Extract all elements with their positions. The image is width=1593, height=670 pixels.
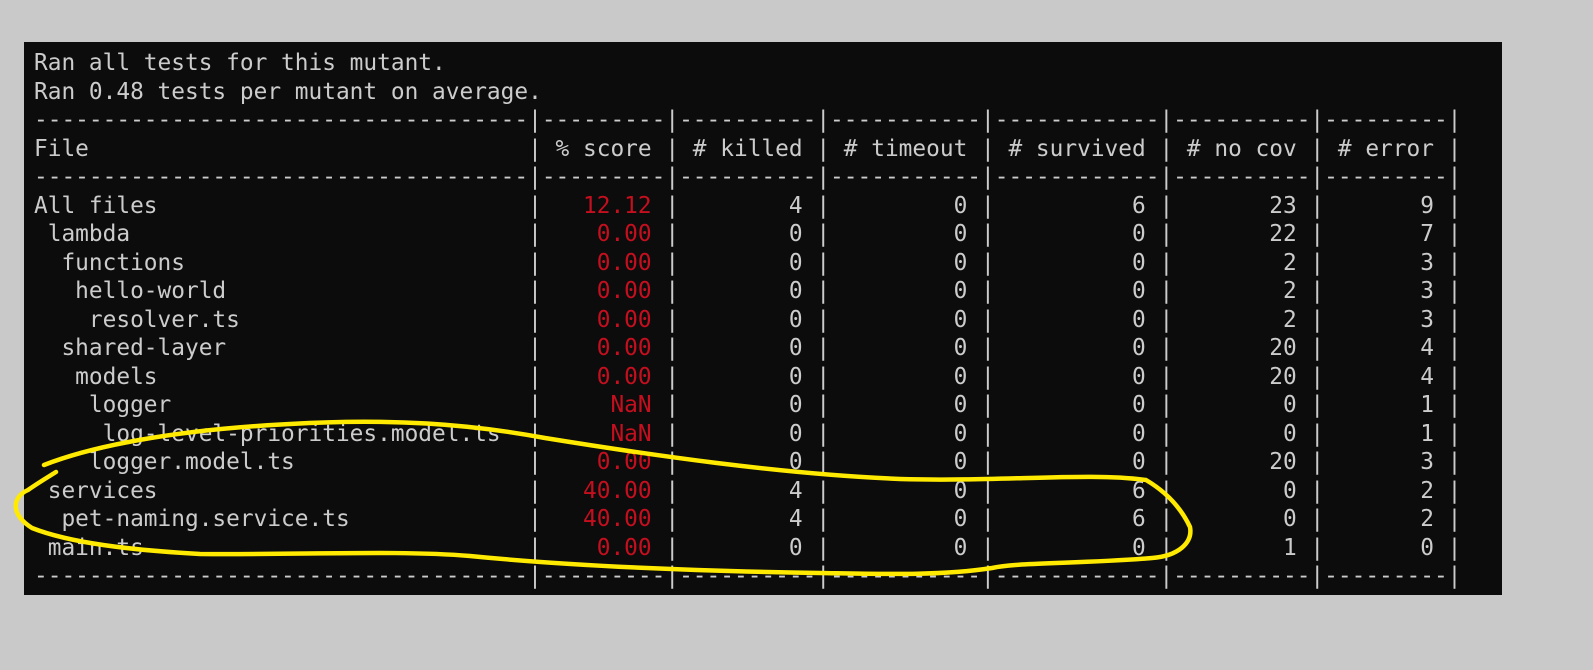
table-row: logger | NaN | 0 | 0 | 0 | 0 | 1 | bbox=[34, 391, 1462, 420]
row-file-cell: lambda | bbox=[34, 221, 597, 247]
table-row: shared-layer | 0.00 | 0 | 0 | 0 | 20 | 4… bbox=[34, 334, 1461, 363]
score-value: 40.00 bbox=[583, 506, 652, 532]
score-value: 12.12 bbox=[583, 192, 652, 219]
row-counts: | 0 | 0 | 0 | 20 | 3 | bbox=[651, 449, 1462, 475]
row-file-cell: All files | bbox=[34, 192, 583, 219]
score-value: 0.00 bbox=[596, 221, 652, 247]
table-row: services | 40.00 | 4 | 0 | 6 | 0 | 2 | bbox=[34, 477, 1462, 506]
table-separator: ------------------------------------|---… bbox=[34, 107, 1462, 133]
row-counts: | 0 | 0 | 0 | 2 | 3 | bbox=[651, 278, 1462, 304]
row-counts: | 0 | 0 | 0 | 22 | 7 | bbox=[651, 221, 1462, 247]
row-file-cell: hello-world | bbox=[34, 278, 597, 304]
row-counts: | 4 | 0 | 6 | 0 | 2 | bbox=[651, 506, 1462, 532]
score-value: 0.00 bbox=[596, 249, 652, 276]
table-row: log-level-priorities.model.ts | NaN | 0 … bbox=[34, 420, 1462, 449]
row-counts: | 0 | 0 | 0 | 2 | 3 | bbox=[651, 249, 1462, 276]
row-counts: | 0 | 0 | 0 | 0 | 1 | bbox=[651, 392, 1462, 418]
row-counts: | 0 | 0 | 0 | 2 | 3 | bbox=[651, 306, 1462, 333]
score-value: 0.00 bbox=[596, 534, 652, 561]
table-row: logger.model.ts | 0.00 | 0 | 0 | 0 | 20 … bbox=[34, 448, 1462, 477]
message-line: Ran all tests for this mutant. bbox=[34, 50, 446, 76]
terminal-window: Ran all tests for this mutant. Ran 0.48 … bbox=[24, 42, 1502, 595]
row-counts: | 0 | 0 | 0 | 20 | 4 | bbox=[651, 335, 1462, 361]
table-header: File | % score | # killed | # timeout | … bbox=[34, 135, 1462, 162]
message-line: Ran 0.48 tests per mutant on average. bbox=[34, 78, 542, 105]
row-counts: | 4 | 0 | 6 | 23 | 9 | bbox=[651, 192, 1462, 219]
row-counts: | 0 | 0 | 0 | 0 | 1 | bbox=[651, 420, 1462, 447]
table-row: functions | 0.00 | 0 | 0 | 0 | 2 | 3 | bbox=[34, 249, 1461, 278]
row-counts: | 0 | 0 | 0 | 20 | 4 | bbox=[651, 363, 1462, 390]
row-file-cell: resolver.ts | bbox=[34, 306, 597, 333]
table-separator: ------------------------------------|---… bbox=[34, 563, 1462, 589]
score-value: 40.00 bbox=[583, 477, 652, 504]
table-row: All files | 12.12 | 4 | 0 | 6 | 23 | 9 | bbox=[34, 192, 1461, 221]
score-value: 0.00 bbox=[596, 449, 652, 475]
table-separator: ------------------------------------|---… bbox=[34, 164, 1462, 190]
row-file-cell: shared-layer | bbox=[34, 335, 597, 361]
row-file-cell: logger.model.ts | bbox=[34, 449, 597, 475]
row-file-cell: log-level-priorities.model.ts | bbox=[34, 420, 611, 447]
row-counts: | 4 | 0 | 6 | 0 | 2 | bbox=[651, 477, 1462, 504]
row-file-cell: main.ts | bbox=[34, 534, 597, 561]
row-file-cell: models | bbox=[34, 363, 597, 390]
row-file-cell: pet-naming.service.ts | bbox=[34, 506, 583, 532]
table-row: models | 0.00 | 0 | 0 | 0 | 20 | 4 | bbox=[34, 363, 1461, 392]
score-value: 0.00 bbox=[596, 363, 652, 390]
row-file-cell: services | bbox=[34, 477, 583, 504]
row-counts: | 0 | 0 | 0 | 1 | 0 | bbox=[651, 534, 1462, 561]
table-row: lambda | 0.00 | 0 | 0 | 0 | 22 | 7 | bbox=[34, 220, 1462, 249]
table-row: hello-world | 0.00 | 0 | 0 | 0 | 2 | 3 | bbox=[34, 277, 1461, 306]
table-row: pet-naming.service.ts | 40.00 | 4 | 0 | … bbox=[34, 505, 1461, 534]
row-file-cell: logger | bbox=[34, 392, 611, 418]
score-value: NaN bbox=[610, 392, 652, 418]
table-row: resolver.ts | 0.00 | 0 | 0 | 0 | 2 | 3 | bbox=[34, 306, 1462, 335]
score-value: 0.00 bbox=[596, 278, 652, 304]
table-row: main.ts | 0.00 | 0 | 0 | 0 | 1 | 0 | bbox=[34, 534, 1462, 563]
score-value: 0.00 bbox=[596, 306, 652, 333]
score-value: 0.00 bbox=[596, 335, 652, 361]
row-file-cell: functions | bbox=[34, 249, 597, 276]
score-value: NaN bbox=[610, 420, 652, 447]
